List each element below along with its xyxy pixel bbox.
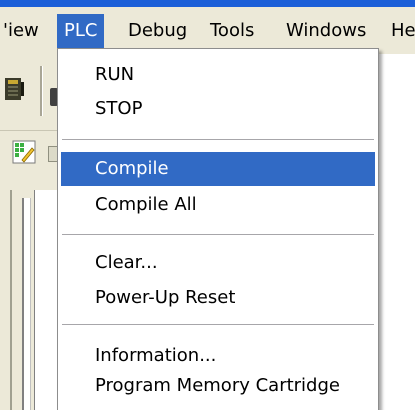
toolbar-separator [40,66,43,116]
menu-item-stop[interactable]: STOP [61,92,375,126]
menu-separator [62,139,374,140]
application-window: 'iew PLC Debug Tools Windows He RUN STOP… [0,0,415,410]
menu-tools[interactable]: Tools [203,14,261,48]
menu-bar: 'iew PLC Debug Tools Windows He [0,7,415,54]
ladder-icon[interactable] [3,76,25,102]
menu-windows[interactable]: Windows [279,14,373,48]
menu-separator [62,234,374,235]
plc-menu-dropdown: RUN STOP Compile Compile All Clear... Po… [57,48,379,410]
title-bar-strip [0,0,415,7]
menu-separator [62,324,374,325]
menu-help[interactable]: He [384,14,415,48]
menu-view[interactable]: 'iew [0,14,46,48]
panel-divider [10,190,12,410]
menu-plc[interactable]: PLC [57,14,105,48]
menu-item-power-up-reset[interactable]: Power-Up Reset [61,281,375,315]
menu-item-clear[interactable]: Clear... [61,246,375,280]
menu-item-information[interactable]: Information... [61,339,375,373]
menu-item-program-memory-cartridge[interactable]: Program Memory Cartridge [61,369,375,403]
menu-item-compile[interactable]: Compile [61,152,375,186]
panel-scroll-edge [22,198,31,410]
grid-edit-icon[interactable] [12,140,36,164]
menu-debug[interactable]: Debug [121,14,194,48]
menu-item-run[interactable]: RUN [61,58,375,92]
menu-item-compile-all[interactable]: Compile All [61,188,375,222]
